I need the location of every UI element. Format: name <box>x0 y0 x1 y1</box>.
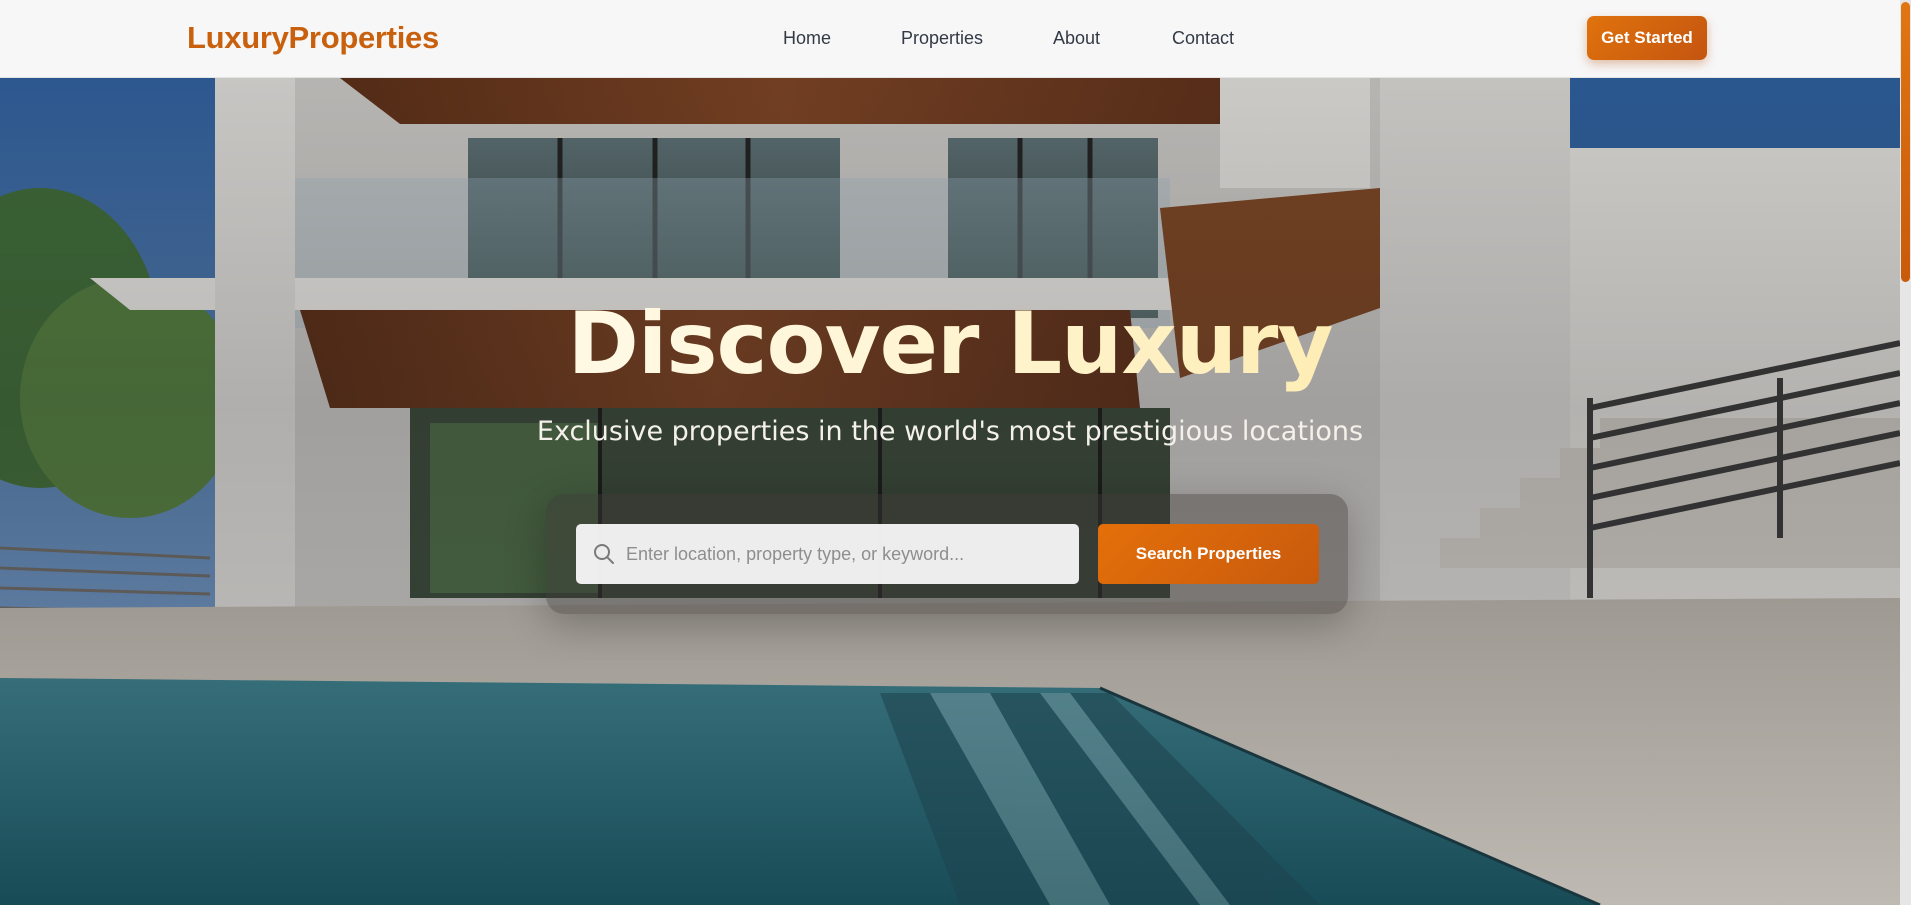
hero-overlay <box>0 78 1900 905</box>
get-started-button[interactable]: Get Started <box>1587 16 1707 60</box>
nav-link-home[interactable]: Home <box>783 28 831 49</box>
nav-link-contact[interactable]: Contact <box>1172 28 1234 49</box>
scrollbar-thumb[interactable] <box>1901 2 1910 282</box>
hero-title: Discover Luxury <box>0 294 1900 394</box>
search-icon <box>594 544 614 564</box>
hero-subtitle: Exclusive properties in the world's most… <box>536 416 1364 447</box>
search-panel: Search Properties <box>546 494 1348 614</box>
page-scrollbar[interactable] <box>1900 0 1911 905</box>
top-navbar: LuxuryProperties Home Properties About C… <box>0 0 1900 78</box>
nav-link-properties[interactable]: Properties <box>901 28 983 49</box>
search-input[interactable] <box>626 524 1066 584</box>
hero-section: Discover Luxury Exclusive properties in … <box>0 78 1900 905</box>
search-box[interactable] <box>576 524 1079 584</box>
search-properties-button[interactable]: Search Properties <box>1098 524 1319 584</box>
nav-link-about[interactable]: About <box>1053 28 1100 49</box>
